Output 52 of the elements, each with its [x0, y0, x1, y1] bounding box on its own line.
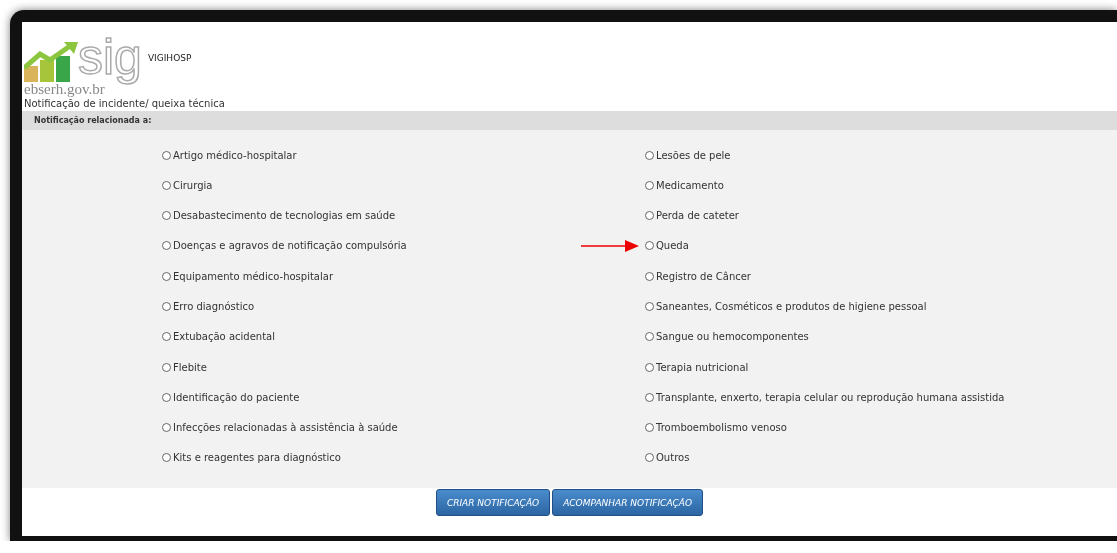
- option-label: Terapia nutricional: [656, 361, 749, 373]
- option-label: Cirurgia: [173, 179, 213, 191]
- section-title: Notificação relacionada a:: [34, 116, 152, 125]
- radio-button[interactable]: [645, 362, 654, 372]
- option-label: Outros: [656, 452, 690, 464]
- option-label: Saneantes, Cosméticos e produtos de higiene pessoal: [656, 301, 927, 312]
- option-label: Queda: [656, 240, 689, 252]
- option-label: Doenças e agravos de notificação compulsória: [173, 240, 407, 252]
- radio-button[interactable]: [162, 392, 171, 402]
- option-label: Kits e reagentes para diagnóstico: [173, 452, 341, 464]
- radio-button[interactable]: [162, 241, 171, 251]
- app-title: VIGIHOSP: [147, 53, 192, 63]
- option-label: Infecções relacionadas à assistência à saúde: [173, 422, 398, 434]
- logo-domain: ebserh.gov.br: [24, 82, 105, 97]
- radio-button[interactable]: [645, 150, 654, 160]
- option-label: Lesões de pele: [656, 149, 731, 161]
- radio-button[interactable]: [645, 332, 654, 342]
- option-label: Perda de cateter: [656, 210, 739, 222]
- radio-button[interactable]: [645, 271, 654, 281]
- radio-button[interactable]: [645, 241, 654, 251]
- action-button[interactable]: CRIAR NOTIFICAÇÃO: [435, 489, 551, 516]
- radio-button[interactable]: [645, 180, 654, 190]
- radio-button[interactable]: [162, 423, 171, 433]
- option-label: Artigo médico-hospitalar: [173, 149, 297, 161]
- option-label: Flebite: [173, 361, 207, 373]
- page-title: Notificação de incidente/ queixa técnica: [23, 97, 226, 111]
- radio-button[interactable]: [645, 423, 654, 433]
- radio-button[interactable]: [162, 211, 171, 221]
- radio-button[interactable]: [162, 180, 171, 190]
- radio-button[interactable]: [162, 332, 171, 342]
- option-label: Desabastecimento de tecnologias em saúde: [173, 210, 396, 222]
- radio-button[interactable]: [162, 150, 171, 160]
- chart-icon: [24, 42, 80, 82]
- radio-button[interactable]: [162, 302, 171, 311]
- action-button[interactable]: ACOMPANHAR NOTIFICAÇÃO: [552, 489, 704, 516]
- option-label: Sangue ou hemocomponentes: [656, 331, 809, 343]
- option-label: Identificação do paciente: [173, 391, 300, 403]
- option-label: Registro de Câncer: [656, 270, 751, 282]
- option-label: Extubação acidental: [173, 331, 275, 343]
- option-label: Erro diagnóstico: [173, 301, 255, 312]
- radio-button[interactable]: [162, 271, 171, 281]
- radio-button[interactable]: [645, 302, 654, 311]
- radio-button[interactable]: [645, 453, 654, 463]
- radio-button[interactable]: [645, 392, 654, 402]
- option-label: Equipamento médico-hospitalar: [173, 270, 333, 282]
- option-label: Tromboembolismo venoso: [656, 422, 787, 434]
- radio-button[interactable]: [162, 453, 171, 463]
- option-label: Medicamento: [656, 179, 724, 191]
- radio-button[interactable]: [162, 362, 171, 372]
- logo-name: sig: [78, 28, 143, 85]
- radio-button[interactable]: [645, 211, 654, 221]
- option-label: Transplante, enxerto, terapia celular ou reprodução humana assistida: [656, 391, 1005, 403]
